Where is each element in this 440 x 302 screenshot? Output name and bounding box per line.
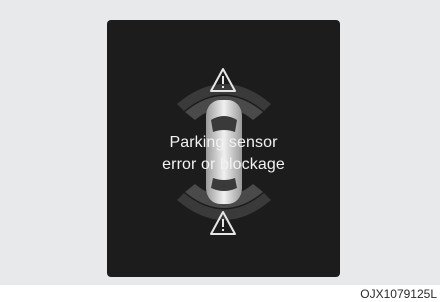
figure-code: OJX1079125L <box>360 287 437 301</box>
warning-triangle-icon <box>210 211 236 235</box>
warning-message-line1: Parking sensor <box>169 134 278 151</box>
warning-message: Parking sensor error or blockage <box>127 132 320 176</box>
warning-triangle-icon <box>210 68 236 92</box>
warning-message-line2: error or blockage <box>162 156 285 173</box>
cluster-display: Parking sensor error or blockage <box>107 20 340 277</box>
figure-frame: Parking sensor error or blockage <box>0 0 440 285</box>
